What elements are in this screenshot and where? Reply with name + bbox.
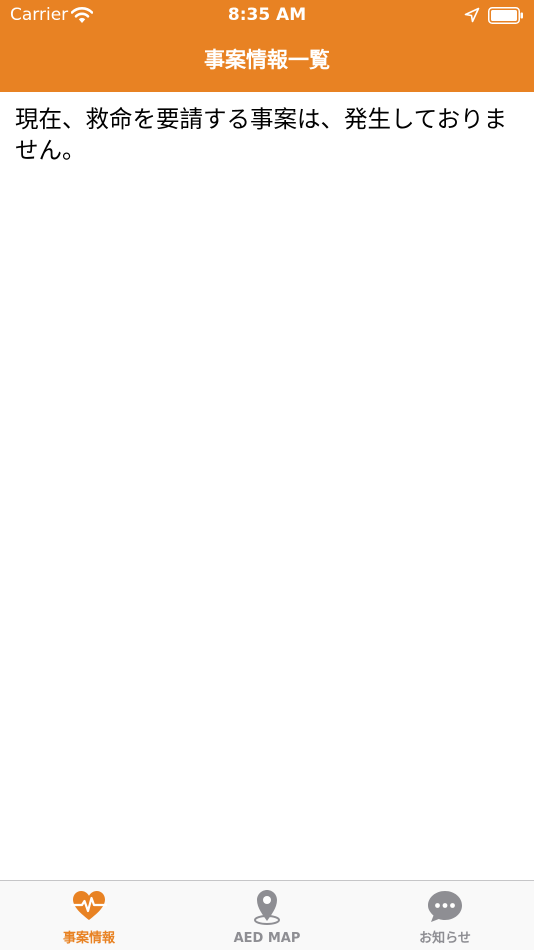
page-title: 事案情報一覧 bbox=[204, 48, 330, 72]
empty-state-message: 現在、救命を要請する事案は、発生しておりません。 bbox=[15, 105, 508, 164]
tab-incident-info[interactable]: 事案情報 bbox=[0, 881, 178, 951]
location-arrow-icon bbox=[464, 7, 480, 23]
tab-aed-map[interactable]: AED MAP bbox=[178, 881, 356, 951]
battery-icon bbox=[488, 7, 523, 24]
tab-bar: 事案情報 AED MAP お知らせ bbox=[0, 880, 534, 950]
status-bar: Carrier 8:35 AM bbox=[0, 0, 534, 30]
heartbeat-icon bbox=[71, 891, 107, 920]
tab-notifications[interactable]: お知らせ bbox=[356, 881, 534, 951]
map-pin-icon bbox=[254, 890, 280, 925]
status-time: 8:35 AM bbox=[227, 5, 307, 25]
tab-label: AED MAP bbox=[233, 931, 301, 946]
tab-label: 事案情報 bbox=[62, 931, 115, 946]
main-content: 現在、救命を要請する事案は、発生しておりません。 bbox=[15, 104, 520, 166]
tab-label: お知らせ bbox=[419, 931, 471, 946]
app-header: Carrier 8:35 AM 事案情報一覧 bbox=[0, 0, 534, 92]
chat-bubble-icon bbox=[428, 891, 462, 922]
